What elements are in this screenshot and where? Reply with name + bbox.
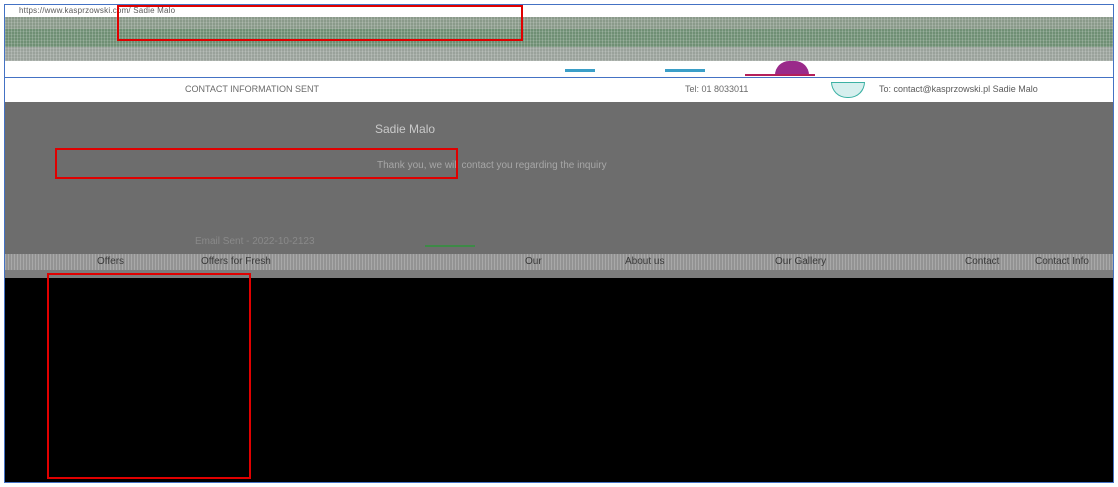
nav-item-offers-fresh[interactable]: Offers for Fresh [201,255,271,269]
main-nav: Offers Offers for Fresh Our About us Our… [5,254,1113,270]
screenshot-frame: https://www.kasprzowski.com/ Sadie Malo … [4,4,1114,483]
site-header [5,61,1113,77]
sent-status-underline [425,245,475,247]
info-bar: CONTACT INFORMATION SENT Tel: 01 8033011… [5,78,1113,102]
nav-item-gallery[interactable]: Our Gallery [775,255,826,269]
highlight-box-nav [47,273,251,479]
browser-bookmarks-bar [5,47,1113,61]
nav-item-contact-info[interactable]: Contact Info [1035,255,1089,269]
info-email[interactable]: To: contact@kasprzowski.pl Sadie Malo [879,84,1038,94]
recipient-name: Sadie Malo [375,122,436,136]
info-phone[interactable]: Tel: 01 8033011 [685,84,748,94]
logo-underline [745,74,815,76]
sent-status: Email Sent - 2022-10-2123 [195,236,315,247]
nav-item-our[interactable]: Our [525,255,542,269]
globe-icon [831,82,865,98]
header-accent [665,69,705,72]
highlight-box-title [117,5,523,41]
logo-mark-icon[interactable] [775,61,809,75]
info-status: CONTACT INFORMATION SENT [185,84,319,94]
nav-item-about[interactable]: About us [625,255,664,269]
nav-item-contact[interactable]: Contact [965,255,999,269]
header-accent [565,69,595,72]
nav-item-offers[interactable]: Offers [97,255,124,269]
highlight-box-message [55,148,458,179]
